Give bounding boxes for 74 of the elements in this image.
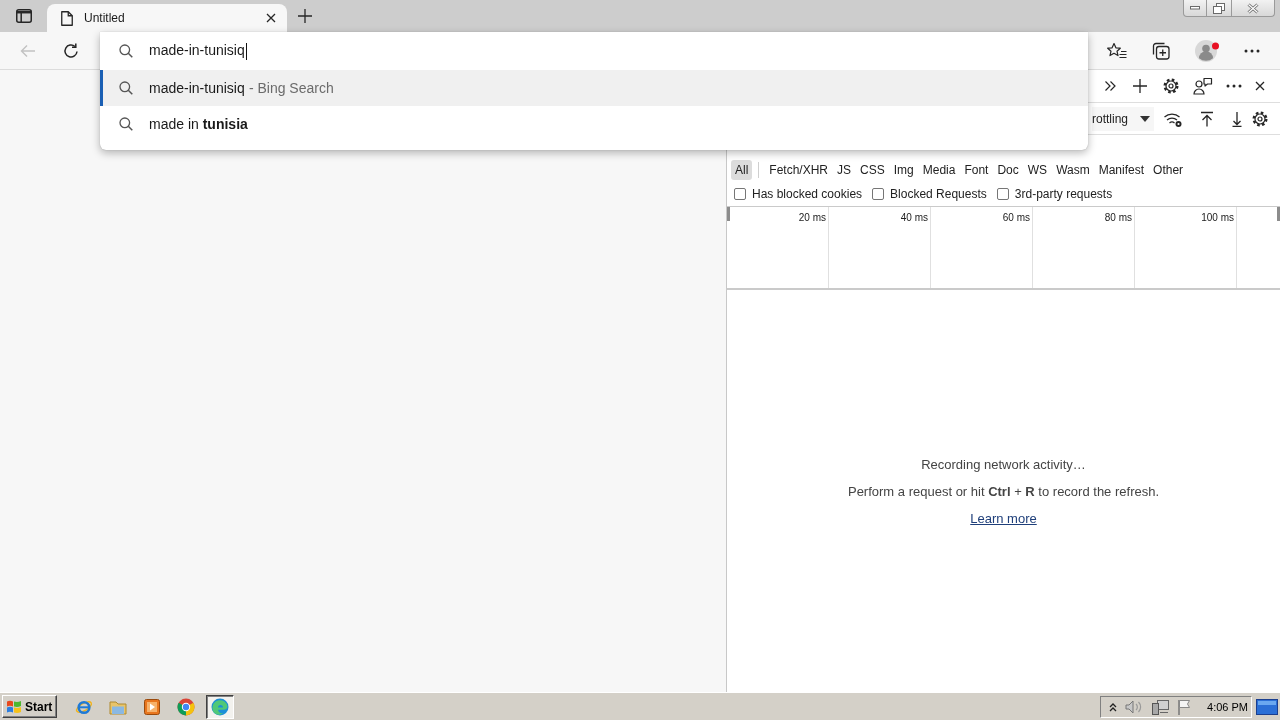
- checkbox-label[interactable]: Has blocked cookies: [752, 187, 863, 201]
- search-icon: [119, 81, 133, 95]
- download-icon[interactable]: [1232, 110, 1242, 127]
- type-filter-button[interactable]: Other: [1149, 159, 1188, 180]
- favorites-star-icon[interactable]: [1107, 41, 1127, 60]
- flag-icon[interactable]: [1177, 698, 1192, 715]
- type-filter-button[interactable]: All: [731, 159, 753, 180]
- checkbox[interactable]: [996, 188, 1009, 200]
- range-handle[interactable]: [1277, 207, 1280, 221]
- checkbox[interactable]: [872, 188, 885, 200]
- time-tick-label: 20 ms: [798, 212, 826, 223]
- more-icon[interactable]: [1244, 48, 1260, 53]
- more-icon[interactable]: [1226, 84, 1242, 88]
- speaker-icon[interactable]: [1125, 699, 1144, 714]
- type-filter-button[interactable]: Fetch/XHR: [765, 159, 833, 180]
- throttling-dropdown[interactable]: rottling: [1092, 106, 1154, 131]
- double-caret-icon[interactable]: [1109, 701, 1118, 712]
- type-filter-button[interactable]: WS: [1023, 159, 1052, 180]
- settings-gear-icon[interactable]: [1251, 109, 1269, 128]
- window-tile-icon[interactable]: [16, 9, 32, 23]
- suggestion-item[interactable]: made-in-tunisiq - Bing Search: [100, 70, 1088, 106]
- taskbar-app-button[interactable]: [206, 694, 235, 719]
- type-filter-button[interactable]: JS: [833, 159, 856, 180]
- checkbox-label[interactable]: 3rd-party requests: [1014, 187, 1113, 201]
- status-text: Recording network activity…: [921, 456, 1086, 472]
- close-icon[interactable]: [1255, 81, 1265, 91]
- restore-icon: [1213, 2, 1225, 14]
- close-icon[interactable]: [266, 13, 276, 23]
- address-field[interactable]: made-in-tunisiq: [100, 32, 1088, 70]
- close-icon: [1247, 2, 1259, 14]
- close-button[interactable]: [1232, 0, 1275, 17]
- type-filter-button[interactable]: CSS: [856, 159, 889, 180]
- flag-logo-icon: [6, 698, 22, 715]
- caret-down-icon: [1140, 115, 1150, 122]
- play-tile-icon: [144, 698, 161, 715]
- type-filter-button[interactable]: Font: [960, 159, 993, 180]
- minimize-icon: [1190, 6, 1200, 10]
- type-filter-button[interactable]: Img: [889, 159, 918, 180]
- range-handle[interactable]: [727, 207, 730, 221]
- minimize-button[interactable]: [1183, 0, 1207, 17]
- search-icon: [119, 117, 133, 131]
- clock-label: 4:06 PM: [1207, 700, 1248, 713]
- checkbox-label[interactable]: Blocked Requests: [890, 187, 987, 201]
- checkbox[interactable]: [734, 188, 746, 200]
- settings-gear-icon[interactable]: [1162, 77, 1180, 95]
- search-icon: [119, 44, 133, 58]
- type-filter-button[interactable]: Manifest: [1094, 159, 1149, 180]
- page-icon: [61, 10, 73, 26]
- folder-icon: [109, 698, 128, 715]
- time-tick-label: 60 ms: [1002, 212, 1030, 223]
- person-bubble-icon[interactable]: [1193, 77, 1213, 95]
- hint-text: Perform a request or hit Ctrl + R to record the refresh.: [847, 483, 1160, 499]
- time-tick-label: 80 ms: [1104, 212, 1132, 223]
- time-tick-label: 40 ms: [900, 212, 928, 223]
- desktop-icon[interactable]: [1256, 698, 1278, 715]
- type-filter-button[interactable]: Wasm: [1052, 159, 1094, 180]
- collections-icon[interactable]: [1152, 41, 1170, 60]
- refresh-icon[interactable]: [63, 42, 79, 59]
- suggestion-item[interactable]: made in tunisia: [100, 106, 1088, 142]
- learn-more-link[interactable]: Learn more: [970, 510, 1037, 526]
- avatar-icon[interactable]: [1195, 39, 1219, 62]
- restore-button[interactable]: [1207, 0, 1232, 17]
- time-tick-label: 100 ms: [1201, 212, 1234, 223]
- type-filter-button[interactable]: Doc: [993, 159, 1023, 180]
- circle-logo-icon: [177, 697, 196, 716]
- plus-icon[interactable]: [1133, 79, 1147, 93]
- double-chevron-icon[interactable]: [1104, 80, 1116, 92]
- swirl-icon: [211, 697, 230, 716]
- start-button[interactable]: Start: [2, 695, 58, 718]
- type-filter-button[interactable]: Media: [918, 159, 960, 180]
- monitor-icon[interactable]: [1151, 698, 1170, 715]
- browser-tab[interactable]: Untitled: [47, 4, 287, 32]
- plus-icon[interactable]: [298, 9, 312, 23]
- upload-icon[interactable]: [1200, 110, 1214, 127]
